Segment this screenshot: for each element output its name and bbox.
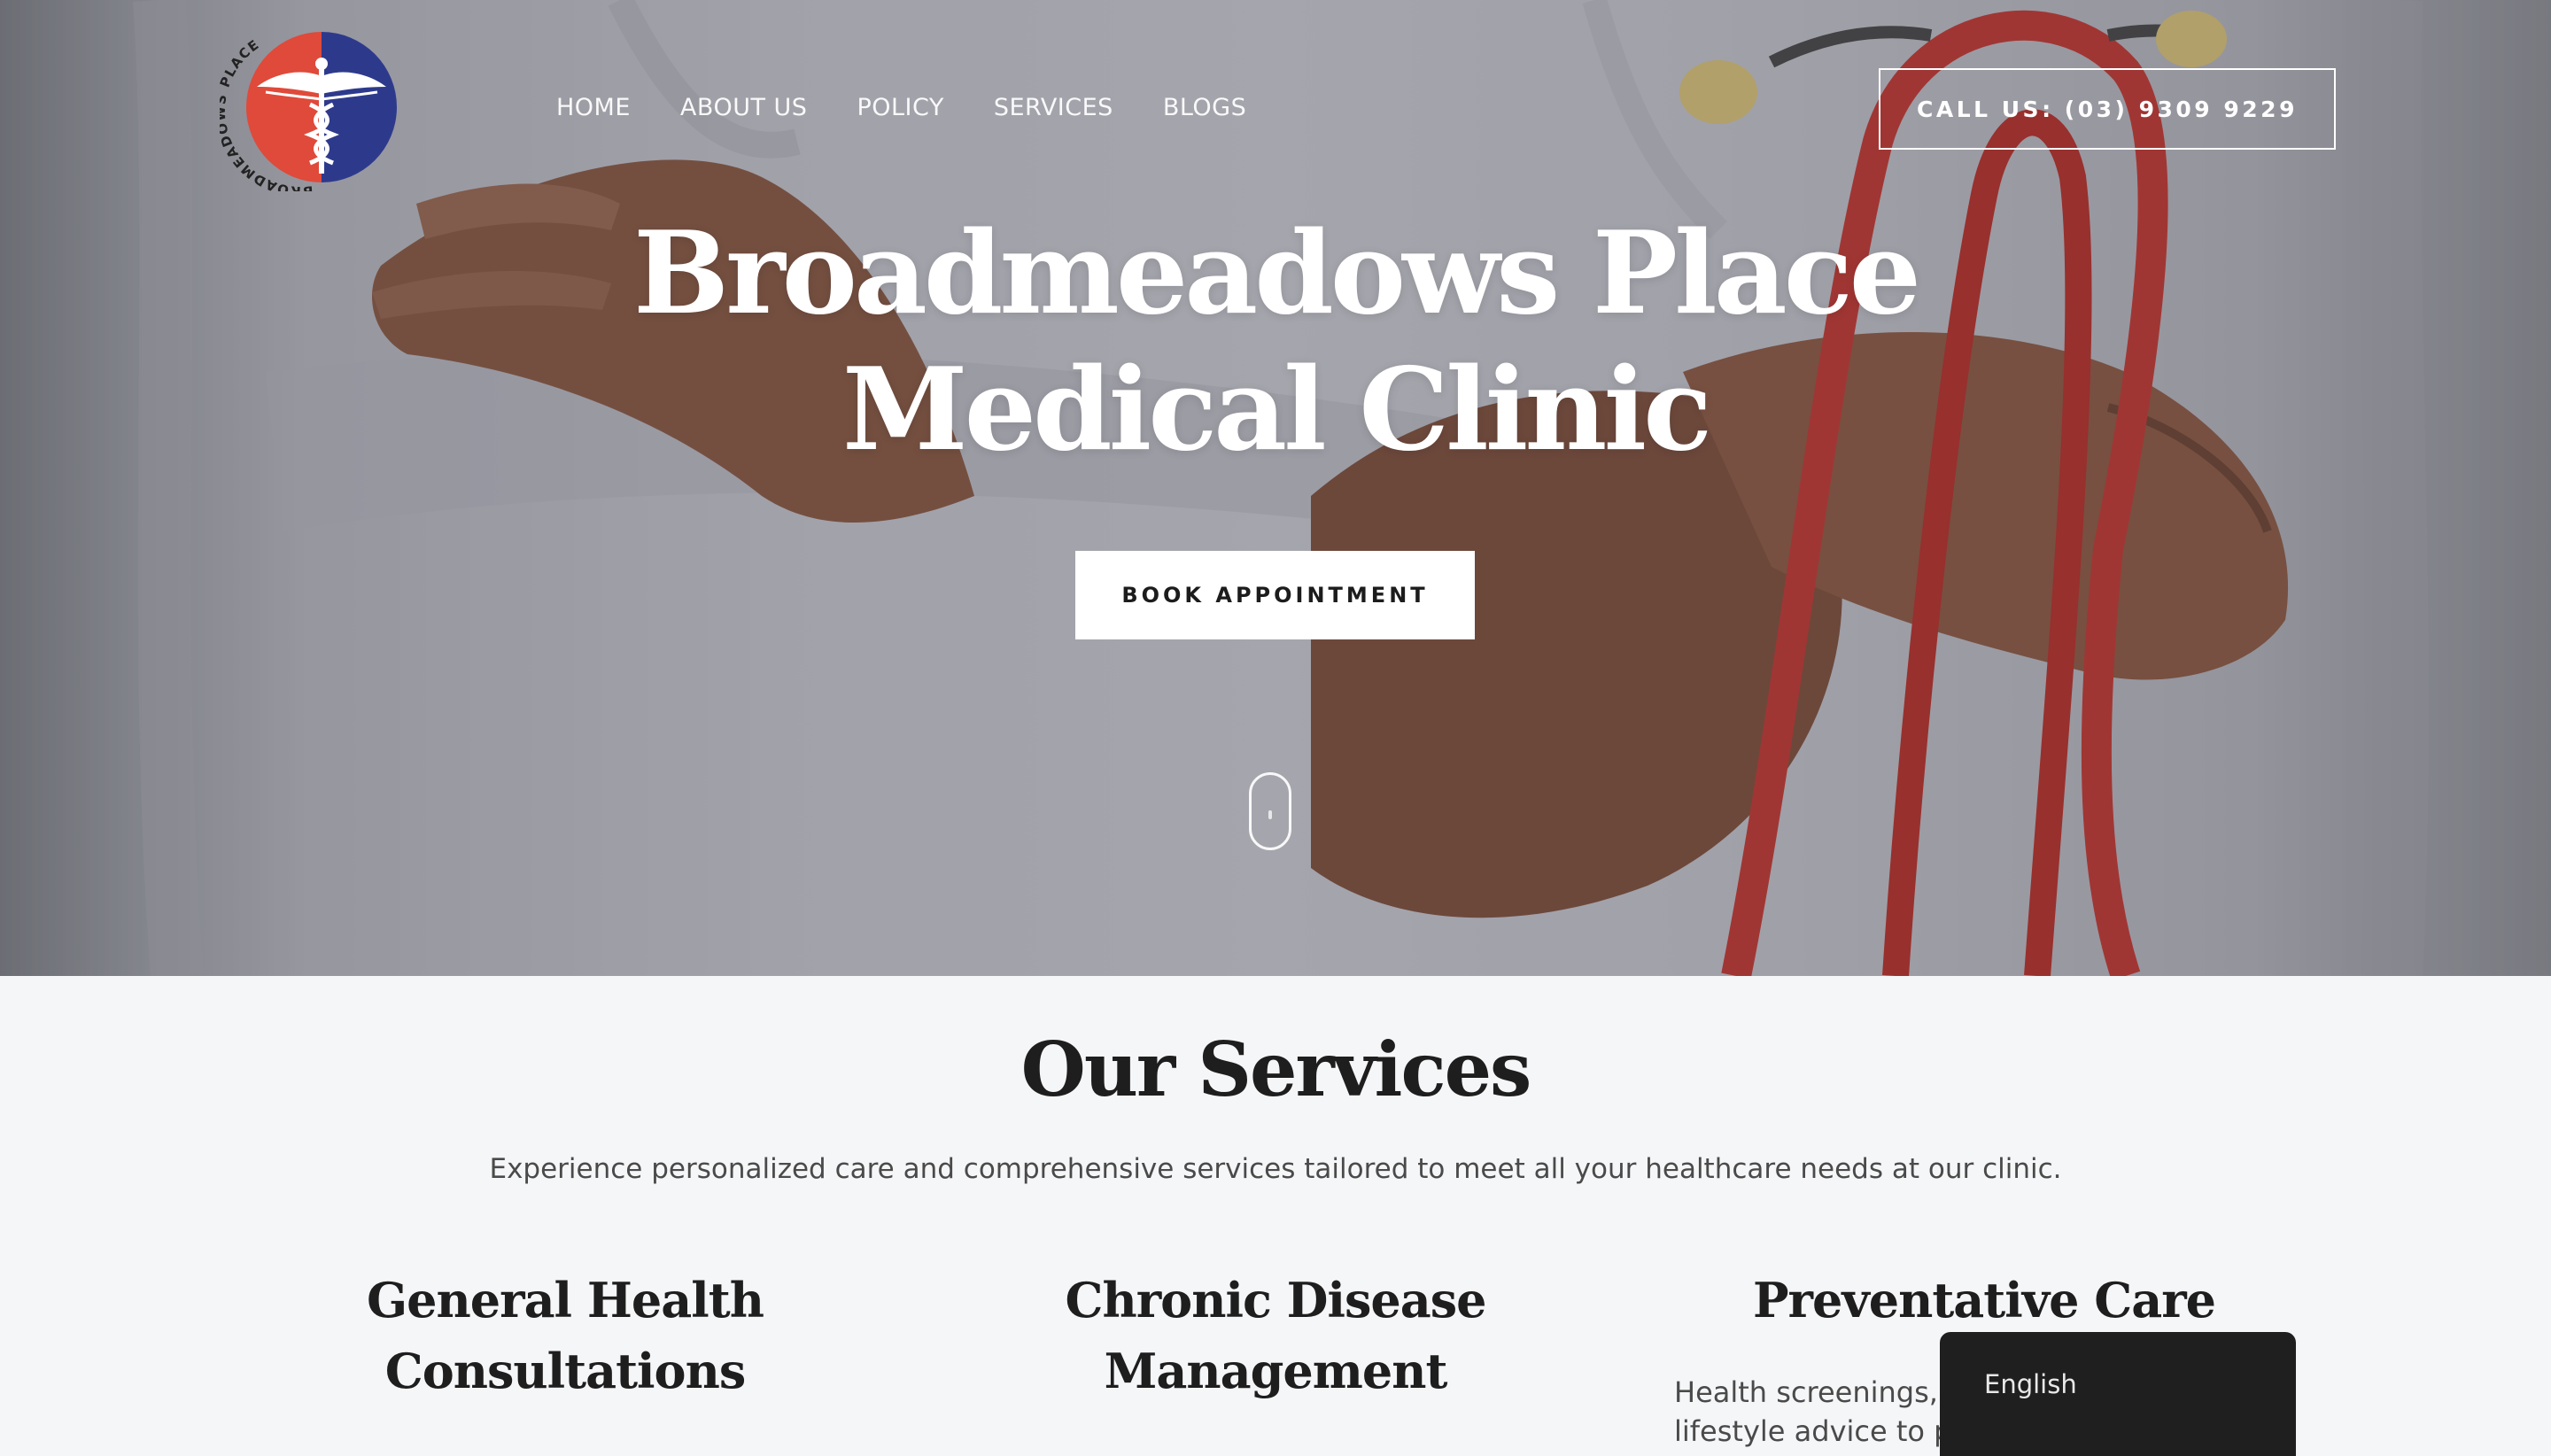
hero-title: Broadmeadows Place Medical Clinic bbox=[0, 205, 2551, 478]
hero-title-line1: Broadmeadows Place bbox=[632, 207, 1921, 340]
language-selector[interactable]: English bbox=[1940, 1332, 2296, 1456]
nav-item-home[interactable]: HOME bbox=[556, 94, 631, 121]
clinic-logo[interactable]: BROADMEADOWS PLACE bbox=[213, 23, 406, 199]
main-nav: HOME ABOUT US POLICY SERVICES BLOGS bbox=[556, 94, 1296, 121]
service-card-title-line2: Management bbox=[1104, 1343, 1448, 1399]
service-card-title-line2: Consultations bbox=[384, 1343, 747, 1399]
book-appointment-button[interactable]: BOOK APPOINTMENT bbox=[1075, 551, 1475, 639]
service-card-title-line1: Preventative Care bbox=[1752, 1272, 2216, 1328]
nav-item-services[interactable]: SERVICES bbox=[994, 94, 1113, 121]
scroll-wheel-icon bbox=[1268, 810, 1272, 819]
nav-item-blogs[interactable]: BLOGS bbox=[1163, 94, 1246, 121]
service-card-preventative-care[interactable]: Preventative Care bbox=[1648, 1265, 2321, 1336]
call-us-button[interactable]: CALL US: (03) 9309 9229 bbox=[1879, 68, 2336, 150]
service-card-general-health[interactable]: General Health Consultations bbox=[229, 1265, 902, 1406]
nav-item-about-us[interactable]: ABOUT US bbox=[680, 94, 808, 121]
nav-item-policy[interactable]: POLICY bbox=[857, 94, 943, 121]
service-card-title-line1: Chronic Disease bbox=[1065, 1272, 1486, 1328]
service-card-chronic-disease[interactable]: Chronic Disease Management bbox=[939, 1265, 1612, 1406]
hero-title-line2: Medical Clinic bbox=[841, 344, 1712, 476]
service-card-title-line1: General Health bbox=[367, 1272, 764, 1328]
scroll-down-indicator[interactable] bbox=[1249, 772, 1291, 850]
services-subtitle: Experience personalized care and compreh… bbox=[489, 1153, 2062, 1185]
services-title: Our Services bbox=[1020, 1026, 1532, 1113]
language-label: English bbox=[1984, 1369, 2077, 1399]
